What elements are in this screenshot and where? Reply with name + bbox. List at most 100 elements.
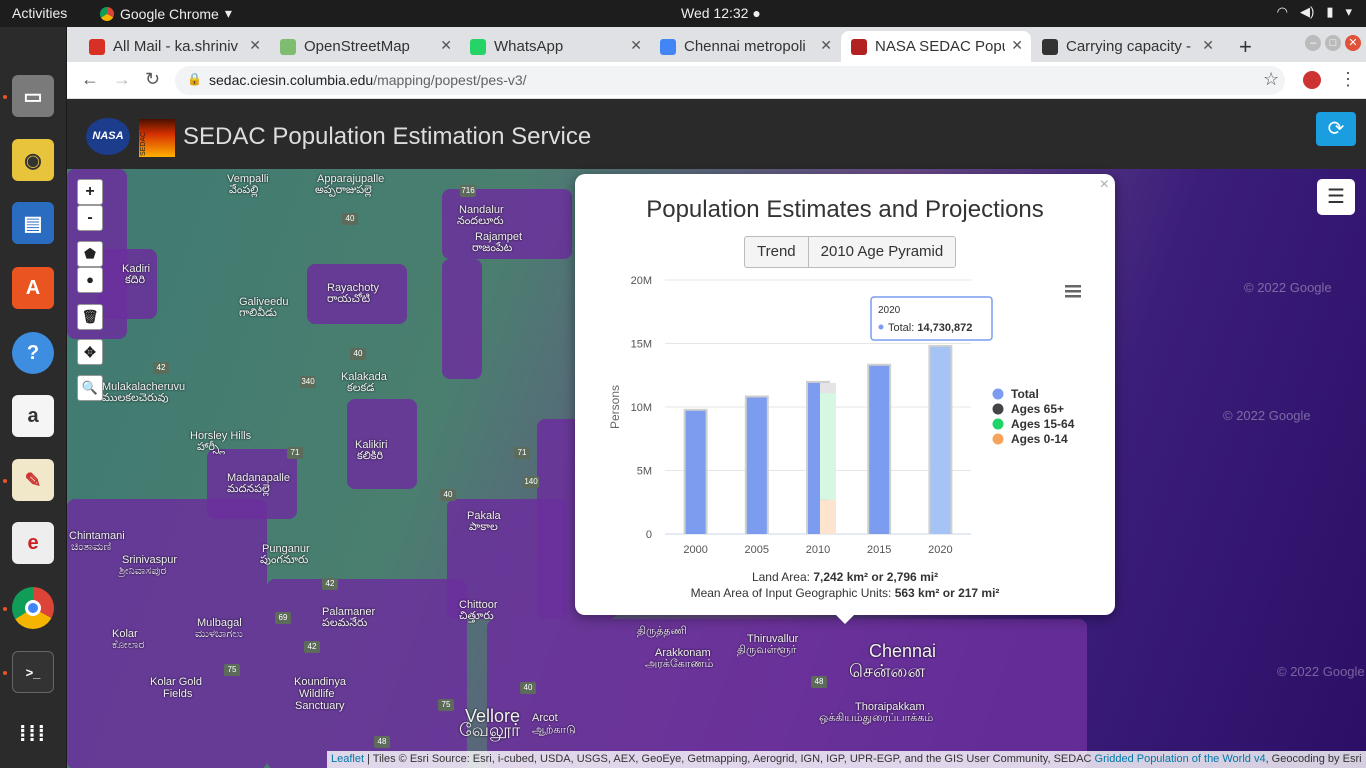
legend-item[interactable]: Ages 0-14 [1011,432,1068,446]
road-shield: 340 [300,376,316,388]
files-icon[interactable]: ▭ [12,75,54,117]
bar-age-0-14[interactable] [820,499,836,534]
app-grid-icon[interactable]: ⁞⁞⁞ [12,713,54,755]
city-label: வேலூர் [459,720,521,740]
tab-close-icon[interactable]: ✕ [630,37,642,54]
place-label: రాజంపేట [472,242,513,254]
new-tab-button[interactable]: + [1229,31,1262,62]
place-label: కలికిరి [357,450,384,462]
road-shield: 42 [153,362,169,374]
gpw-link[interactable]: Gridded Population of the World v4 [1095,753,1266,765]
trend-button[interactable]: Trend [745,237,809,267]
tab-close-icon[interactable]: ✕ [1011,37,1023,54]
reload-icon[interactable]: ↻ [145,69,160,90]
bar-total-2005[interactable] [746,397,767,534]
zoom-in-button[interactable]: + [77,179,103,205]
close-button[interactable]: × [1100,176,1109,194]
writer-icon[interactable]: ▤ [12,202,54,244]
bar-age-15-64[interactable] [820,393,836,500]
legend-marker[interactable] [992,433,1004,445]
tab-close-icon[interactable]: ✕ [440,37,452,54]
road-shield: 42 [304,641,320,653]
tab-0[interactable]: All Mail - ka.shriniv ✕ [79,31,269,62]
google-watermark: © 2022 Google [1223,408,1311,423]
chart-menu-icon[interactable] [1065,285,1081,288]
text-editor-icon[interactable]: ✎ [12,459,54,501]
leaflet-link[interactable]: Leaflet [331,753,364,765]
y-axis-label: Persons [608,385,622,429]
place-label: Kolar Gold [150,676,202,688]
clock[interactable]: Wed 12:32 ● [681,5,761,21]
legend-marker[interactable] [992,388,1004,400]
app-menu[interactable]: Google Chrome ▾ [100,5,232,22]
url-path: /mapping/popest/pes-v3/ [373,72,527,88]
document-viewer-icon[interactable]: e [12,522,54,564]
close-window-icon[interactable]: ✕ [1345,35,1361,51]
chevron-down-icon: ▾ [1345,4,1352,19]
tab-title: Chennai metropoli [684,38,806,55]
move-icon[interactable]: ✥ [77,339,103,365]
profile-avatar[interactable] [1303,71,1321,89]
minimize-icon[interactable]: – [1305,35,1321,51]
tab-close-icon[interactable]: ✕ [1202,37,1214,54]
tab-5[interactable]: Carrying capacity - ✕ [1032,31,1222,62]
layers-menu-icon[interactable]: ☰ [1317,179,1355,215]
search-icon[interactable]: 🔍 [77,375,103,401]
x-tick-label: 2010 [806,544,830,556]
tab-title: NASA SEDAC Popu [875,38,1005,55]
bar-total-2000[interactable] [685,410,706,534]
bar-age-65plus[interactable] [820,382,836,394]
place-label: ములకలచెరువు [102,392,169,404]
place-label: రాయచోటి [327,293,371,305]
bar-total-2020[interactable] [930,346,951,534]
system-tray[interactable]: ◠ ◀) ▮ ▾ [1277,4,1352,20]
road-shield: 140 [523,476,539,488]
address-bar[interactable]: 🔒 sedac.ciesin.columbia.edu/mapping/pope… [175,66,1285,95]
legend-item[interactable]: Ages 15-64 [1011,417,1075,431]
place-label: ஆற்காடு [532,724,576,736]
tab-3[interactable]: Chennai metropoli ✕ [650,31,840,62]
legend-marker[interactable] [992,403,1004,415]
chrome-dock-icon[interactable] [12,587,54,629]
draw-circle-icon[interactable]: ● [77,267,103,293]
url-host: sedac.ciesin.columbia.edu [209,72,374,88]
chart-menu-icon[interactable] [1065,295,1081,298]
age-pyramid-button[interactable]: 2010 Age Pyramid [809,237,956,267]
refresh-button[interactable]: ⟳ [1316,112,1356,146]
land-area: Land Area: 7,242 km² or 2,796 mi² [575,570,1115,584]
legend-item[interactable]: Ages 65+ [1011,402,1064,416]
tab-close-icon[interactable]: ✕ [820,37,832,54]
back-icon[interactable]: ← [81,69,99,90]
attribution-text: | Tiles © Esri Source: Esri, i-cubed, US… [364,753,1095,765]
bookmark-star-icon[interactable]: ☆ [1263,69,1279,90]
road-shield: 48 [811,676,827,688]
maximize-icon[interactable]: □ [1325,35,1341,51]
terminal-icon[interactable]: >_ [12,651,54,693]
road-shield: 71 [514,447,530,459]
trash-icon[interactable]: 🗑 [77,304,103,330]
place-label: Koundinya [294,676,346,688]
zoom-out-button[interactable]: - [77,205,103,231]
forward-icon[interactable]: → [113,69,131,90]
x-tick-label: 2005 [745,544,769,556]
road-shield: 40 [342,213,358,225]
google-watermark: © 2022 Google [1244,280,1332,295]
legend-item[interactable]: Total [1011,387,1039,401]
chrome-menu-icon[interactable]: ⋮ [1339,69,1357,90]
tab-close-icon[interactable]: ✕ [249,37,261,54]
help-icon[interactable]: ? [12,332,54,374]
road-shield: 69 [275,612,291,624]
activities-button[interactable]: Activities [12,5,67,21]
land-area-label: Land Area: [751,570,814,584]
rhythmbox-icon[interactable]: ◉ [12,139,54,181]
bar-total-2015[interactable] [869,365,890,534]
draw-polygon-icon[interactable]: ⬟ [77,241,103,267]
tab-2[interactable]: WhatsApp ✕ [460,31,650,62]
tab-4[interactable]: NASA SEDAC Popu ✕ [841,31,1031,62]
tab-1[interactable]: OpenStreetMap ✕ [270,31,460,62]
software-icon[interactable]: A [12,267,54,309]
amazon-icon[interactable]: a [12,395,54,437]
chart-menu-icon[interactable] [1065,290,1081,293]
legend-marker[interactable] [992,418,1004,430]
place-label: నందలూరు [457,215,504,227]
